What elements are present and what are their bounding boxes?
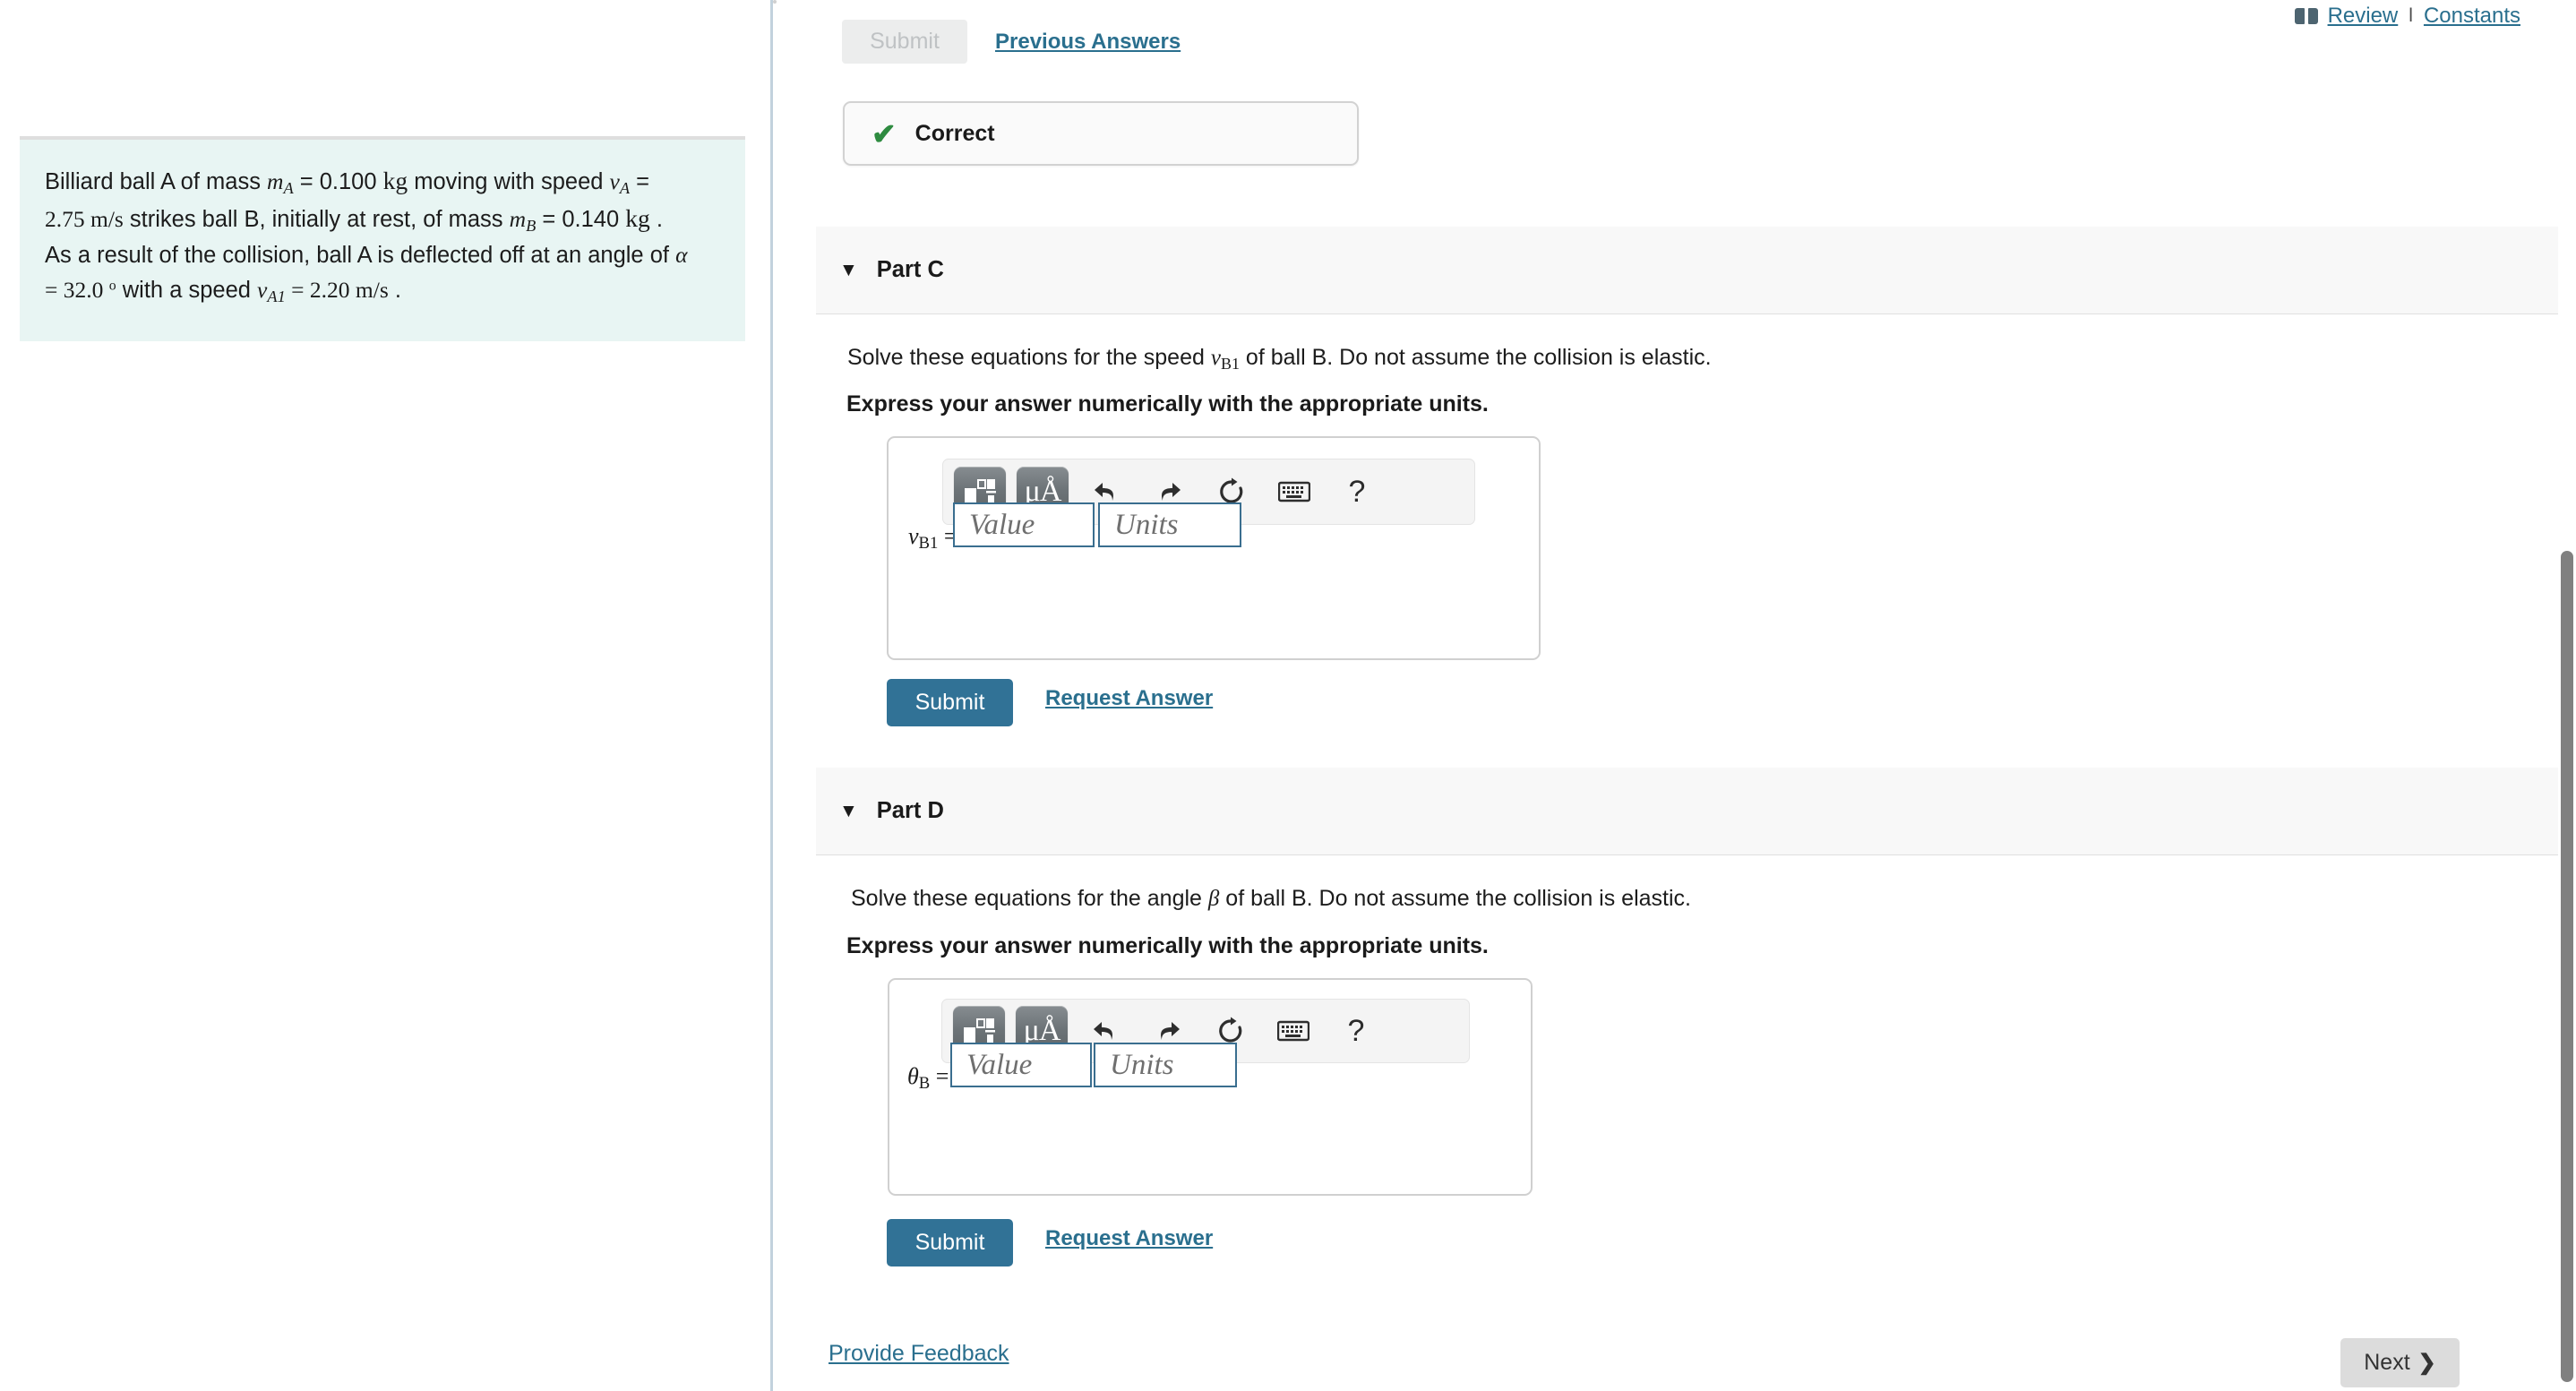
prompt-c-pre: Solve these equations for the speed xyxy=(847,345,1211,370)
constants-link[interactable]: Constants xyxy=(2424,4,2520,29)
chevron-down-icon[interactable]: ▼ xyxy=(839,802,858,820)
help-icon[interactable]: ? xyxy=(1329,1006,1383,1056)
express-instruction-d: Express your answer numerically with the… xyxy=(846,933,1489,958)
part-header-c[interactable]: ▼ Part C xyxy=(816,227,2569,314)
problem-statement-text: Billiard ball A of mass mA = 0.100 kg mo… xyxy=(45,163,720,309)
answer-widget-d: μÅ ? θB = xyxy=(888,978,1533,1196)
problem-eq2: = xyxy=(630,169,650,194)
page-root: Billiard ball A of mass mA = 0.100 kg mo… xyxy=(0,0,2576,1391)
express-instruction-c: Express your answer numerically with the… xyxy=(846,391,1489,416)
prompt-c-post: of ball B. Do not assume the collision i… xyxy=(1239,345,1712,370)
unit-ms-1: m/s xyxy=(90,206,124,233)
symbol-mass-b-sub: B xyxy=(526,217,537,236)
problem-statement-card: Billiard ball A of mass mA = 0.100 kg mo… xyxy=(20,136,745,341)
symbol-speed-a1: v xyxy=(257,276,268,303)
previous-part-actions: Submit Previous Answers xyxy=(842,20,1181,64)
top-utility-links: Review l Constants xyxy=(2294,4,2520,29)
review-link[interactable]: Review xyxy=(2328,4,2399,29)
keyboard-icon[interactable] xyxy=(1267,467,1321,517)
prompt-c-var: v xyxy=(1210,346,1221,370)
units-input-c[interactable] xyxy=(1098,502,1241,547)
question-prompt-c: Solve these equations for the speed vB1 … xyxy=(847,345,1712,374)
symbol-alpha: α xyxy=(675,242,688,269)
submit-button-c[interactable]: Submit xyxy=(887,679,1013,726)
help-icon[interactable]: ? xyxy=(1330,467,1384,517)
equation-label-c: vB1 = xyxy=(908,523,957,554)
problem-line2b: strikes ball B, initially at rest, of ma… xyxy=(123,207,510,233)
eq-label-d-sub: B xyxy=(918,1074,931,1094)
eq-label-c-sub: B1 xyxy=(918,534,939,554)
link-separator: l xyxy=(2409,5,2413,26)
symbol-speed-a-sub: A xyxy=(619,179,631,198)
request-answer-link-c[interactable]: Request Answer xyxy=(1045,686,1213,711)
unit-kg-2: kg xyxy=(625,204,650,233)
provide-feedback-link[interactable]: Provide Feedback xyxy=(829,1341,1009,1367)
unit-kg-1: kg xyxy=(382,167,408,194)
prompt-d-var: β xyxy=(1207,887,1220,911)
scrollbar-thumb[interactable] xyxy=(2561,551,2573,1382)
previous-answers-link[interactable]: Previous Answers xyxy=(995,30,1181,55)
submit-button-disabled: Submit xyxy=(842,20,967,64)
symbol-mass-a: m xyxy=(267,168,284,194)
question-prompt-d: Solve these equations for the angle β of… xyxy=(851,886,1691,912)
part-title-d: Part D xyxy=(876,798,944,823)
part-header-d[interactable]: ▼ Part D xyxy=(816,768,2569,855)
symbol-mass-b: m xyxy=(509,206,527,233)
eq-label-c-var: v xyxy=(908,523,919,549)
problem-line4a: = 32.0 xyxy=(45,276,109,303)
problem-line4c: . xyxy=(388,277,401,303)
answer-widget-c: μÅ ? vB1 = xyxy=(887,436,1541,660)
problem-eq1: = 0.100 xyxy=(293,169,383,194)
problem-line3: As a result of the collision, ball A is … xyxy=(45,243,676,269)
request-answer-link-d[interactable]: Request Answer xyxy=(1045,1226,1213,1251)
problem-line2a: 2.75 xyxy=(45,206,90,233)
correct-status-banner: ✔ Correct xyxy=(843,101,1359,166)
symbol-degree: o xyxy=(108,278,116,294)
problem-line4b: with a speed xyxy=(116,277,258,303)
unit-ms-2: m/s xyxy=(355,276,389,303)
problem-eq3: = 0.140 xyxy=(536,207,626,233)
chevron-right-icon: ❯ xyxy=(2417,1351,2436,1375)
keyboard-icon[interactable] xyxy=(1267,1006,1320,1056)
symbol-mass-a-sub: A xyxy=(283,179,294,198)
value-input-d[interactable] xyxy=(950,1043,1092,1087)
chevron-down-icon[interactable]: ▼ xyxy=(839,261,858,279)
scrollbar-track[interactable] xyxy=(2558,0,2576,1391)
next-button-label: Next xyxy=(2364,1350,2410,1375)
problem-eq4: = 2.20 xyxy=(285,276,356,303)
check-icon: ✔ xyxy=(872,116,897,150)
assignment-content-pane: Review l Constants Submit Previous Answe… xyxy=(773,0,2576,1391)
problem-line2c: . xyxy=(649,207,663,233)
prompt-c-var-sub: B1 xyxy=(1220,355,1240,374)
part-title-c: Part C xyxy=(876,257,944,282)
status-badge: Correct xyxy=(914,120,995,146)
eq-label-d-equals: = xyxy=(935,1063,949,1089)
book-icon xyxy=(2294,8,2318,24)
prompt-d-post: of ball B. Do not assume the collision i… xyxy=(1219,886,1691,911)
eq-label-d-var: θ xyxy=(907,1063,919,1089)
symbol-speed-a1-sub: A1 xyxy=(267,287,286,305)
prompt-d-pre: Solve these equations for the angle xyxy=(851,886,1208,911)
problem-line1b: moving with speed xyxy=(408,169,610,194)
problem-line1a: Billiard ball A of mass xyxy=(45,169,268,194)
next-button[interactable]: Next ❯ xyxy=(2340,1338,2460,1387)
symbol-speed-a: v xyxy=(609,168,620,194)
units-input-d[interactable] xyxy=(1094,1043,1237,1087)
problem-statement-pane: Billiard ball A of mass mA = 0.100 kg mo… xyxy=(0,0,770,1391)
equation-label-d: θB = xyxy=(907,1063,949,1094)
value-input-c[interactable] xyxy=(953,502,1095,547)
submit-button-d[interactable]: Submit xyxy=(887,1219,1013,1266)
